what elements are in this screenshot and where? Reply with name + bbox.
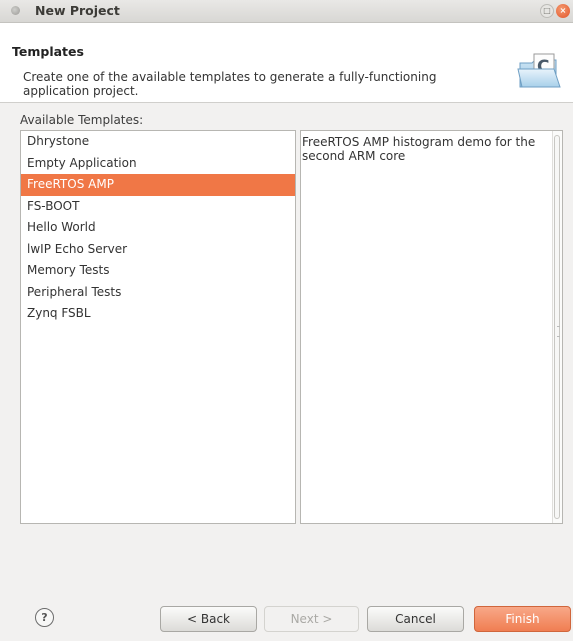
list-item[interactable]: Hello World [21,217,295,239]
back-button[interactable]: < Back [160,606,257,632]
window-title: New Project [35,3,120,18]
wizard-header: Templates Create one of the available te… [0,23,573,103]
list-item[interactable]: Dhrystone [21,131,295,153]
templates-list[interactable]: Dhrystone Empty Application FreeRTOS AMP… [20,130,296,524]
next-button[interactable]: Next > [264,606,359,632]
scrollbar-grip-icon [557,326,560,337]
available-templates-label: Available Templates: [20,113,144,127]
list-item[interactable]: FS-BOOT [21,196,295,218]
scrollbar-thumb[interactable] [554,135,560,519]
title-bar: New Project □ × [0,0,573,23]
new-c-project-wizard-icon: C [517,53,561,88]
list-item[interactable]: lwIP Echo Server [21,239,295,261]
finish-button[interactable]: Finish [474,606,571,632]
page-description: Create one of the available templates to… [23,70,437,98]
description-scrollbar[interactable] [552,131,562,523]
maximize-icon[interactable]: □ [540,4,554,18]
list-item[interactable]: Memory Tests [21,260,295,282]
list-item[interactable]: Zynq FSBL [21,303,295,325]
cancel-button[interactable]: Cancel [367,606,464,632]
list-item[interactable]: Empty Application [21,153,295,175]
page-title: Templates [12,44,84,59]
window-menu-icon[interactable] [11,6,20,15]
list-item[interactable]: Peripheral Tests [21,282,295,304]
template-description-text: FreeRTOS AMP histogram demo for the seco… [302,135,536,163]
close-icon[interactable]: × [556,4,570,18]
help-icon[interactable]: ? [35,608,54,627]
template-description-panel: FreeRTOS AMP histogram demo for the seco… [300,130,563,524]
list-item-selected[interactable]: FreeRTOS AMP [21,174,295,196]
